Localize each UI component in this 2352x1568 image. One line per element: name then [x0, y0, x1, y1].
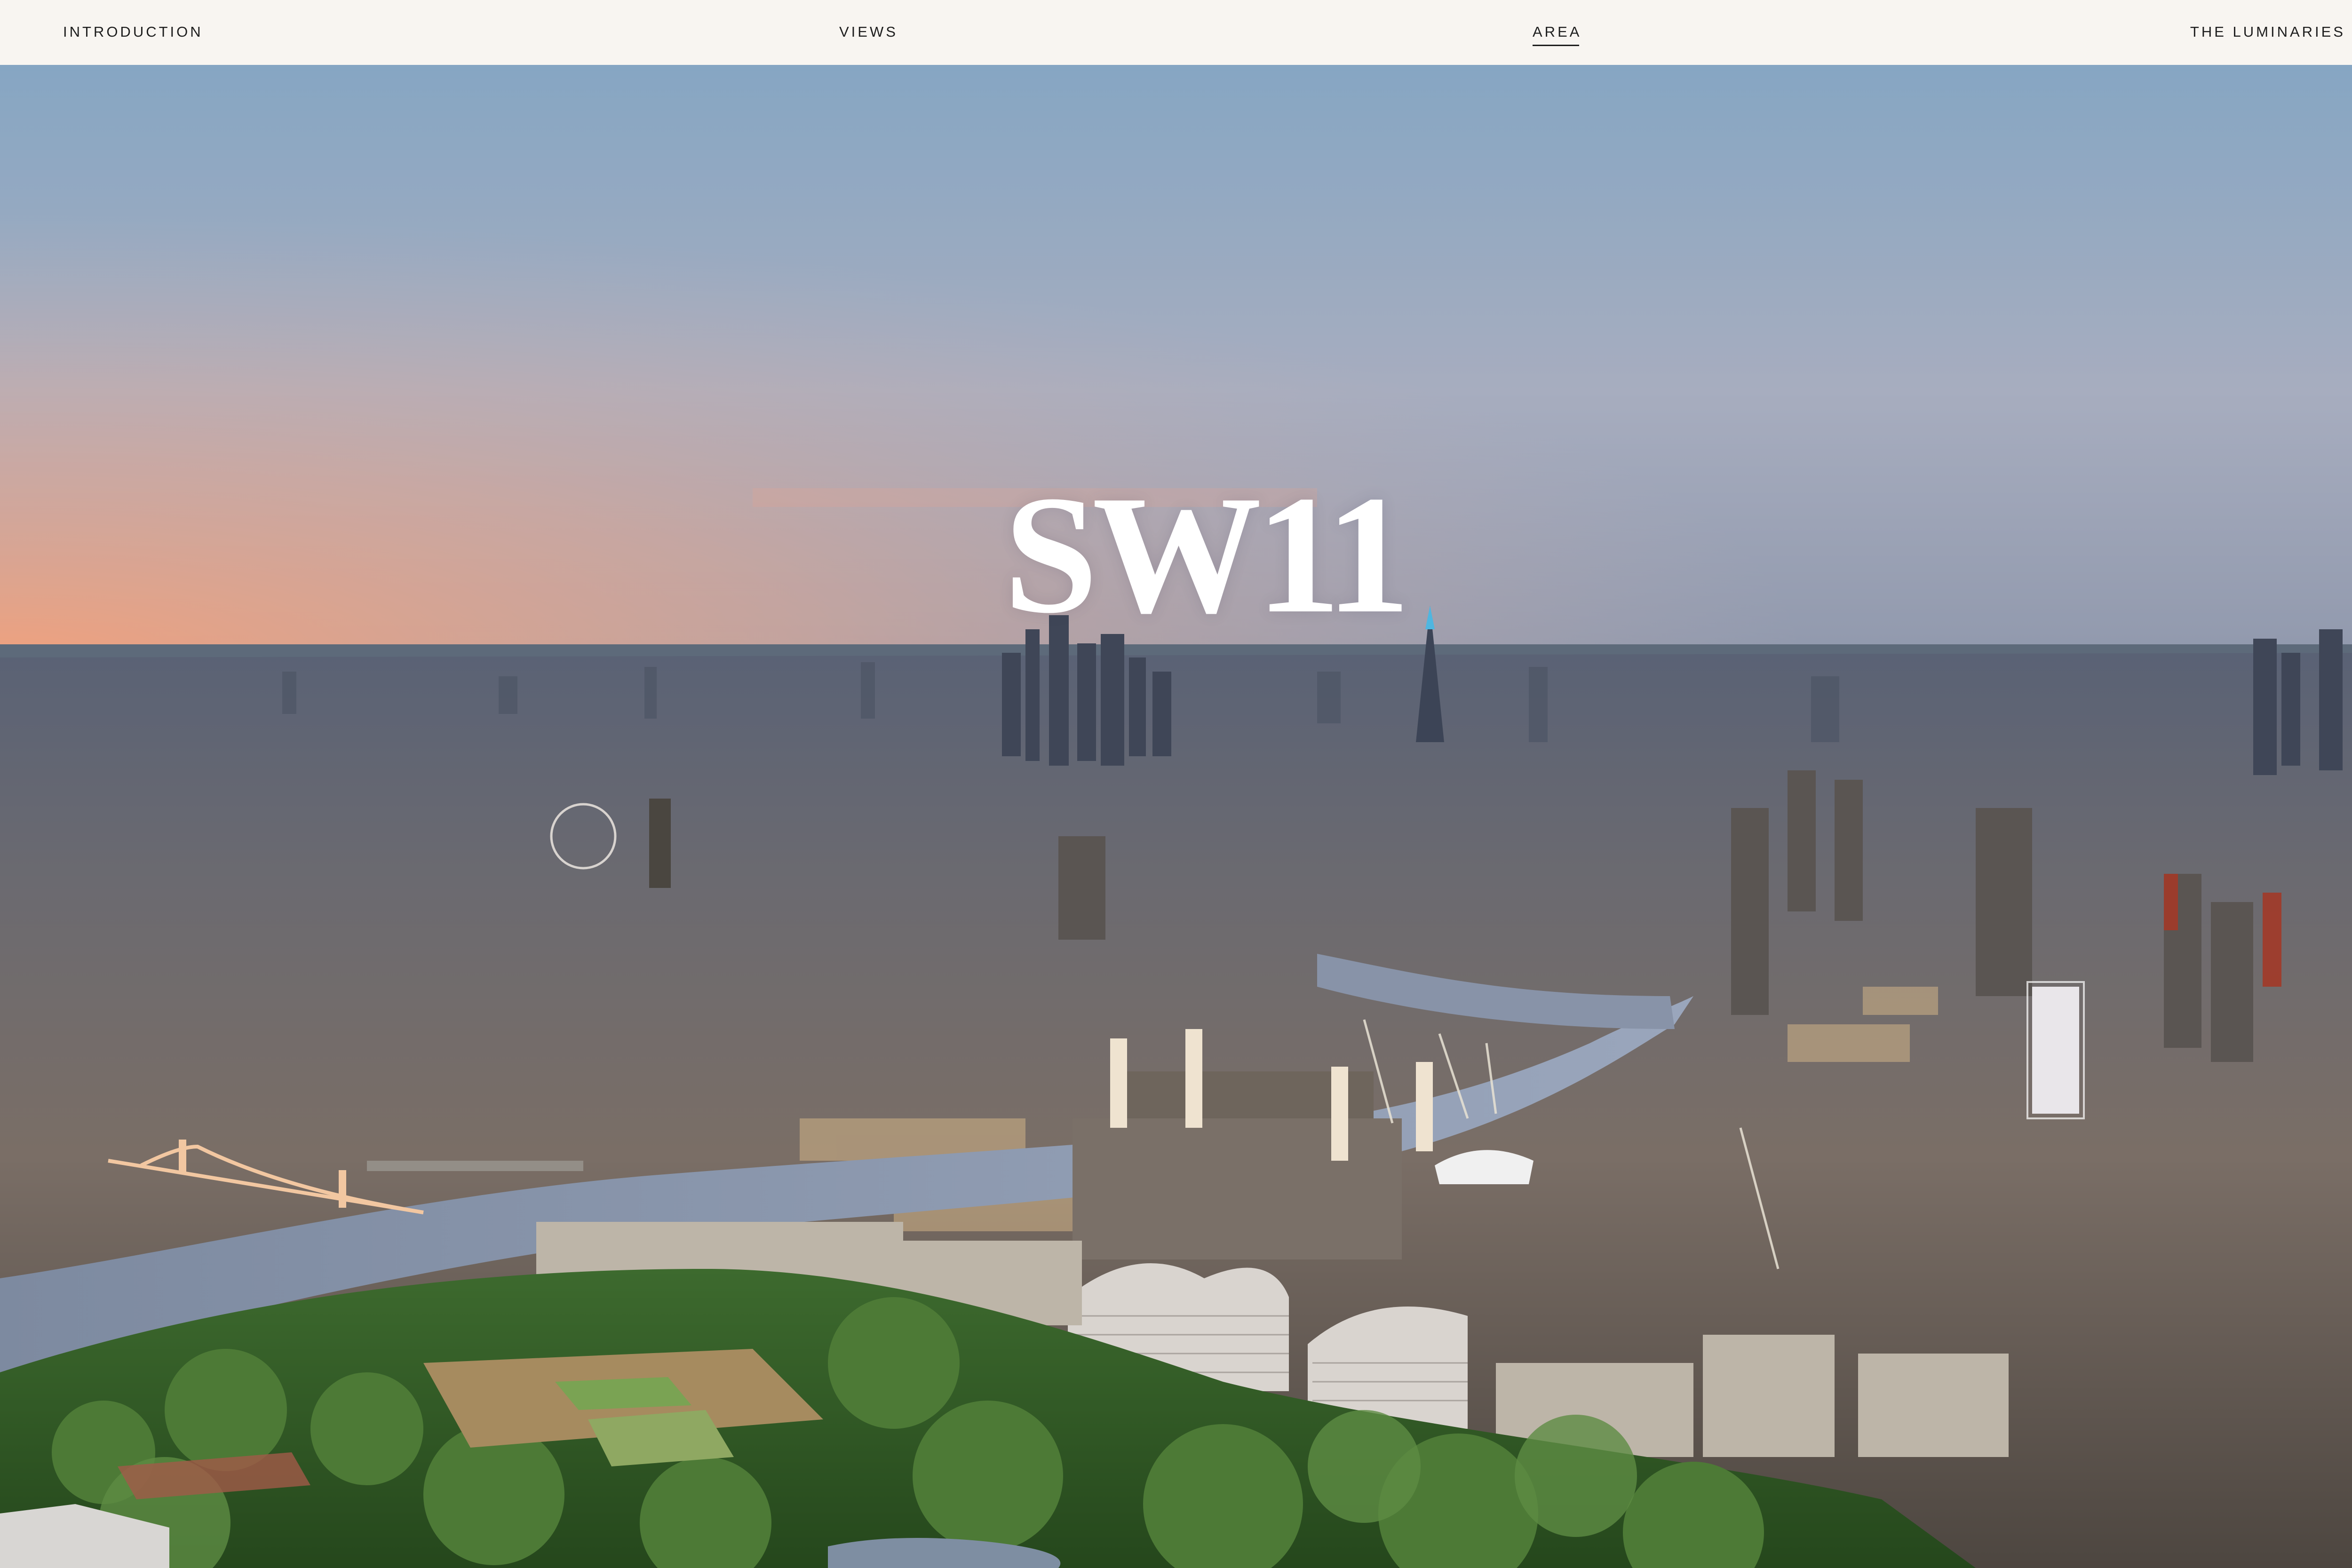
page: INTRODUCTION VIEWS AREA THE LUMINARIES S… [0, 0, 2352, 1568]
nav-the-luminaries[interactable]: THE LUMINARIES [2190, 24, 2345, 40]
top-navigation: INTRODUCTION VIEWS AREA THE LUMINARIES [0, 0, 2352, 65]
hero-section: SW11 [0, 65, 2352, 1568]
aerial-city-photo [0, 65, 2352, 1568]
nav-introduction[interactable]: INTRODUCTION [63, 24, 203, 40]
nav-views[interactable]: VIEWS [839, 24, 898, 40]
nav-area[interactable]: AREA [1533, 24, 1581, 46]
hero-title: SW11 [1003, 460, 1410, 649]
